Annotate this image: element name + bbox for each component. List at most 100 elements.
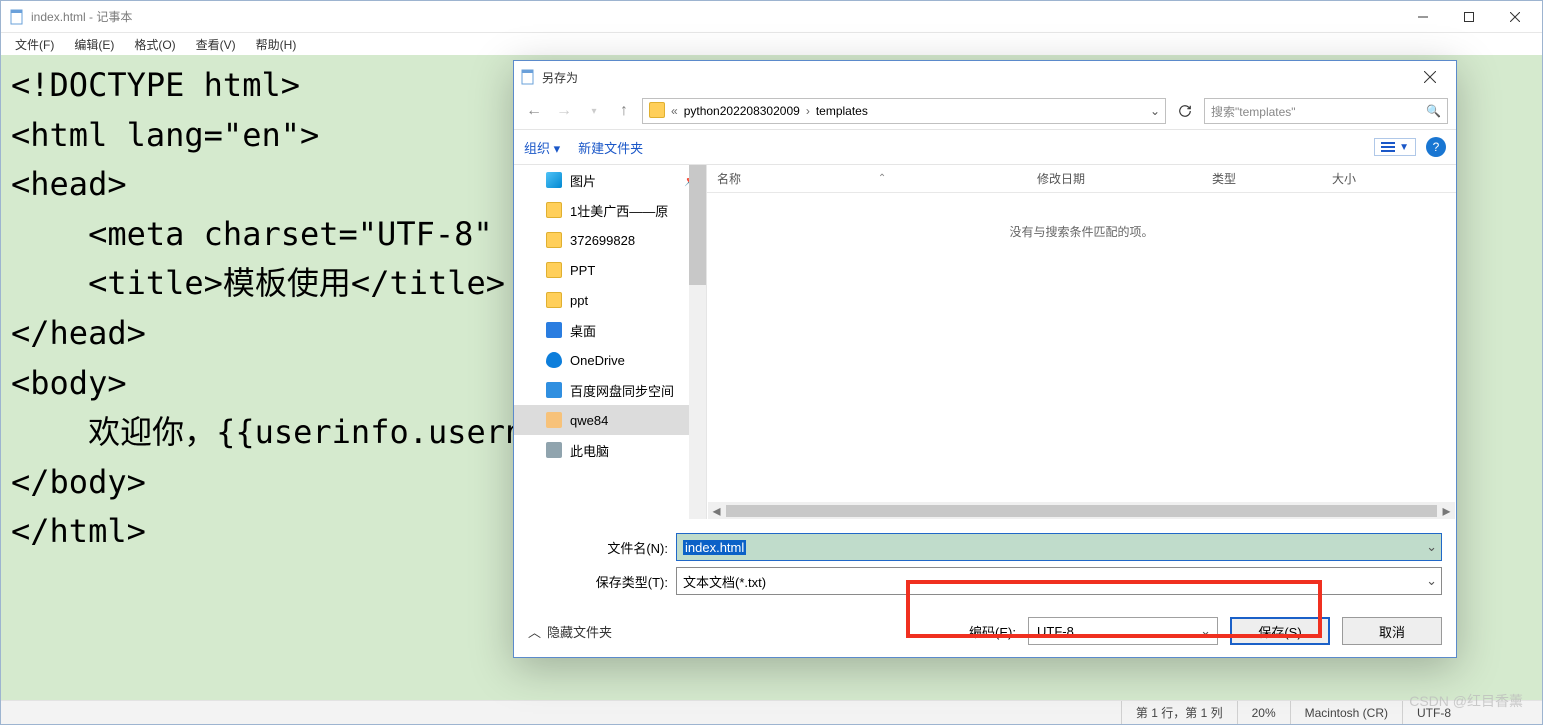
sidebar-item[interactable]: 图片📌 [514,165,706,195]
desk-icon [546,322,562,338]
new-folder-button[interactable]: 新建文件夹 [578,138,643,157]
filename-label: 文件名(N): [528,538,676,557]
hide-folders-toggle[interactable]: ︿ 隐藏文件夹 [528,622,612,641]
help-button[interactable]: ? [1426,137,1446,157]
status-zoom: 20% [1237,701,1290,724]
sidebar-item-label: 1壮美广西——原 [570,201,668,220]
chevron-down-icon[interactable]: ⌄ [1200,623,1211,639]
chevron-up-icon: ︿ [528,622,541,641]
sidebar-item[interactable]: OneDrive [514,345,706,375]
breadcrumb-seg-1[interactable]: python202208302009 [678,104,806,118]
breadcrumb[interactable]: « python202208302009 › templates ⌄ [642,98,1166,124]
column-date[interactable]: 修改日期 [1027,170,1202,187]
sidebar: 图片📌 1壮美广西——原 372699828 PPT ppt 桌面 OneDrive 百度网盘… [514,165,707,519]
sidebar-scrollbar[interactable] [689,165,706,519]
sidebar-item[interactable]: 372699828 [514,225,706,255]
encoding-label: 编码(E): [969,622,1016,641]
column-headers: 名称⌃ 修改日期 类型 大小 [707,165,1456,193]
form-area: 文件名(N): index.html ⌄ 保存类型(T): 文本文档(*.txt… [514,519,1456,607]
sidebar-item[interactable]: 1壮美广西——原 [514,195,706,225]
cancel-button[interactable]: 取消 [1342,617,1442,645]
sidebar-item-label: PPT [570,263,595,278]
breadcrumb-seg-2[interactable]: templates [810,104,874,118]
close-button[interactable] [1492,2,1538,32]
back-button[interactable]: ← [522,99,546,123]
dialog-close-button[interactable] [1410,63,1450,91]
pic-icon [546,172,562,188]
sidebar-item-label: 桌面 [570,321,596,340]
save-as-dialog: 另存为 ← → ▾ ↑ « python202208302009 › templ… [513,60,1457,658]
sidebar-item[interactable]: ppt [514,285,706,315]
statusbar: 第 1 行，第 1 列 20% Macintosh (CR) UTF-8 [1,700,1542,724]
up-button[interactable]: ↑ [612,99,636,123]
minimize-button[interactable] [1400,2,1446,32]
maximize-button[interactable] [1446,2,1492,32]
filetype-value: 文本文档(*.txt) [683,572,766,591]
sidebar-item-label: OneDrive [570,353,625,368]
filename-input[interactable]: index.html ⌄ [676,533,1442,561]
search-input[interactable]: 搜索"templates" 🔍 [1204,98,1448,124]
scroll-left-button[interactable]: ◂ [708,502,725,519]
empty-message: 没有与搜索条件匹配的项。 [707,223,1456,240]
chevron-down-icon: ▼ [1399,142,1409,153]
status-position: 第 1 行，第 1 列 [1121,701,1237,724]
sidebar-item-label: qwe84 [570,413,608,428]
dialog-titlebar: 另存为 [514,61,1456,93]
breadcrumb-dropdown[interactable]: ⌄ [1145,104,1165,118]
navigation-row: ← → ▾ ↑ « python202208302009 › templates… [514,93,1456,129]
view-mode-button[interactable]: ▼ [1374,138,1416,156]
notepad-icon [9,9,25,25]
sidebar-item[interactable]: qwe84 [514,405,706,435]
window-title: index.html - 记事本 [31,8,1400,25]
chevron-right-icon: « [671,104,678,118]
bdp-icon [546,382,562,398]
search-placeholder: 搜索"templates" [1211,103,1296,120]
file-list: 名称⌃ 修改日期 类型 大小 没有与搜索条件匹配的项。 ◂ ▸ [707,165,1456,519]
filetype-select[interactable]: 文本文档(*.txt) ⌄ [676,567,1442,595]
menu-edit[interactable]: 编辑(E) [68,36,120,53]
pc-icon [546,442,562,458]
status-eol: Macintosh (CR) [1290,701,1402,724]
chevron-down-icon[interactable]: ⌄ [1426,573,1437,589]
user-icon [546,412,562,428]
sidebar-item[interactable]: PPT [514,255,706,285]
folder-icon [546,202,562,218]
save-button[interactable]: 保存(S) [1230,617,1330,645]
notepad-icon [520,69,536,85]
folder-icon [546,262,562,278]
column-name[interactable]: 名称⌃ [707,170,1027,187]
menu-view[interactable]: 查看(V) [190,36,242,53]
filename-value: index.html [683,540,746,555]
dialog-toolbar: 组织 ▾ 新建文件夹 ▼ ? [514,129,1456,165]
sidebar-item-label: 图片 [570,171,596,190]
encoding-value: UTF-8 [1037,624,1074,639]
horizontal-scrollbar[interactable]: ◂ ▸ [708,502,1455,519]
refresh-button[interactable] [1172,98,1198,124]
menu-help[interactable]: 帮助(H) [250,36,303,53]
recent-dropdown[interactable]: ▾ [582,99,606,123]
scroll-right-button[interactable]: ▸ [1438,502,1455,519]
column-type[interactable]: 类型 [1202,170,1322,187]
sidebar-item-label: ppt [570,293,588,308]
search-icon: 🔍 [1426,104,1441,118]
chevron-down-icon[interactable]: ⌄ [1426,539,1437,555]
column-size[interactable]: 大小 [1322,170,1456,187]
titlebar: index.html - 记事本 [1,1,1542,33]
menu-format[interactable]: 格式(O) [128,36,181,53]
organize-menu[interactable]: 组织 ▾ [524,138,560,157]
sidebar-item[interactable]: 百度网盘同步空间 [514,375,706,405]
folder-icon [546,232,562,248]
folder-icon [643,102,671,121]
sidebar-item-label: 372699828 [570,233,635,248]
menubar: 文件(F) 编辑(E) 格式(O) 查看(V) 帮助(H) [1,33,1542,55]
encoding-select[interactable]: UTF-8 ⌄ [1028,617,1218,645]
cloud-icon [546,352,562,368]
bottom-row: ︿ 隐藏文件夹 编码(E): UTF-8 ⌄ 保存(S) 取消 [514,607,1456,657]
sidebar-item[interactable]: 桌面 [514,315,706,345]
forward-button[interactable]: → [552,99,576,123]
filetype-label: 保存类型(T): [528,572,676,591]
sidebar-item-label: 此电脑 [570,441,609,460]
sidebar-item[interactable]: 此电脑 [514,435,706,465]
sidebar-item-label: 百度网盘同步空间 [570,381,674,400]
menu-file[interactable]: 文件(F) [9,36,60,53]
